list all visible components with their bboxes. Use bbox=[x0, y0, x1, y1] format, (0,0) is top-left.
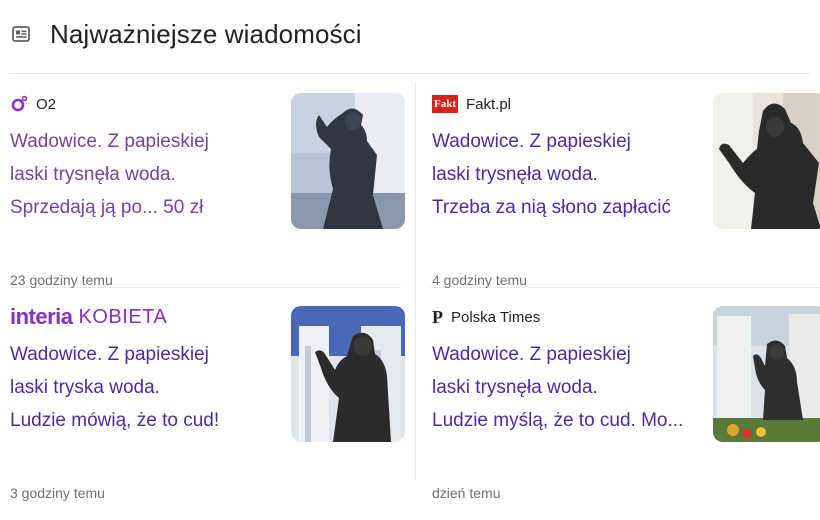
headline-line: Wadowice. Z papieskiej bbox=[10, 344, 209, 365]
news-icon bbox=[10, 23, 32, 45]
section-header: Najważniejsze wiadomości bbox=[10, 14, 362, 54]
interia-sub: KOBIETA bbox=[78, 305, 168, 328]
column-divider bbox=[415, 82, 416, 480]
news-source: interia KOBIETA bbox=[10, 304, 175, 330]
news-thumbnail[interactable] bbox=[713, 93, 820, 229]
interia-brand: interia bbox=[10, 304, 73, 329]
headline-line: laski tryska woda. bbox=[10, 377, 160, 398]
news-thumbnail[interactable] bbox=[291, 93, 405, 229]
news-source: P Polska Times bbox=[432, 306, 540, 328]
news-source-name: Polska Times bbox=[451, 308, 541, 326]
news-thumbnail[interactable] bbox=[291, 306, 405, 442]
o2-logo-icon bbox=[10, 95, 28, 113]
header-divider bbox=[10, 73, 810, 74]
news-card-polska-times[interactable]: P Polska Times Wadowice. Z papieskiej la… bbox=[432, 306, 820, 501]
news-source: Fakt Fakt.pl bbox=[432, 93, 511, 115]
headline-line: Trzeba za nią słono zapłacić bbox=[432, 197, 672, 218]
headline-line: laski trysnęła woda. bbox=[432, 164, 598, 185]
headline-line: laski trysnęła woda. bbox=[10, 164, 176, 185]
interia-logo-icon: interia KOBIETA bbox=[10, 304, 167, 330]
headline-line: Wadowice. Z papieskiej bbox=[432, 131, 631, 152]
section-title: Najważniejsze wiadomości bbox=[50, 18, 362, 49]
news-source: O2 bbox=[10, 93, 56, 115]
news-time: 4 godziny temu bbox=[432, 272, 527, 288]
fakt-logo-icon: Fakt bbox=[432, 95, 458, 113]
news-time: 3 godziny temu bbox=[10, 485, 105, 501]
news-headline[interactable]: Wadowice. Z papieskiej laski trysnęła wo… bbox=[432, 125, 700, 224]
news-card-o2[interactable]: O2 Wadowice. Z papieskiej laski trysnęła… bbox=[10, 93, 405, 288]
headline-line: Wadowice. Z papieskiej bbox=[432, 344, 631, 365]
news-headline[interactable]: Wadowice. Z papieskiej laski trysnęła wo… bbox=[10, 125, 278, 224]
headline-line: laski trysnęła woda. bbox=[432, 377, 598, 398]
headline-line: Ludzie myślą, że to cud. Mo... bbox=[432, 410, 684, 431]
news-time: 23 godziny temu bbox=[10, 272, 113, 288]
news-card-interia[interactable]: interia KOBIETA Wadowice. Z papieskiej l… bbox=[10, 304, 405, 501]
news-source-name: O2 bbox=[36, 95, 57, 113]
news-headline[interactable]: Wadowice. Z papieskiej laski trysnęła wo… bbox=[432, 338, 700, 437]
news-thumbnail[interactable] bbox=[713, 306, 820, 442]
headline-line: Ludzie mówią, że to cud! bbox=[10, 410, 220, 431]
polska-times-logo-icon: P bbox=[432, 306, 443, 327]
news-card-fakt[interactable]: Fakt Fakt.pl Wadowice. Z papieskiej lask… bbox=[432, 93, 820, 288]
news-source-name: Fakt.pl bbox=[466, 95, 512, 113]
news-time: dzień temu bbox=[432, 485, 501, 501]
news-headline[interactable]: Wadowice. Z papieskiej laski tryska woda… bbox=[10, 338, 278, 437]
headline-line: Wadowice. Z papieskiej bbox=[10, 131, 209, 152]
headline-line: Sprzedają ją po... 50 zł bbox=[10, 197, 204, 218]
